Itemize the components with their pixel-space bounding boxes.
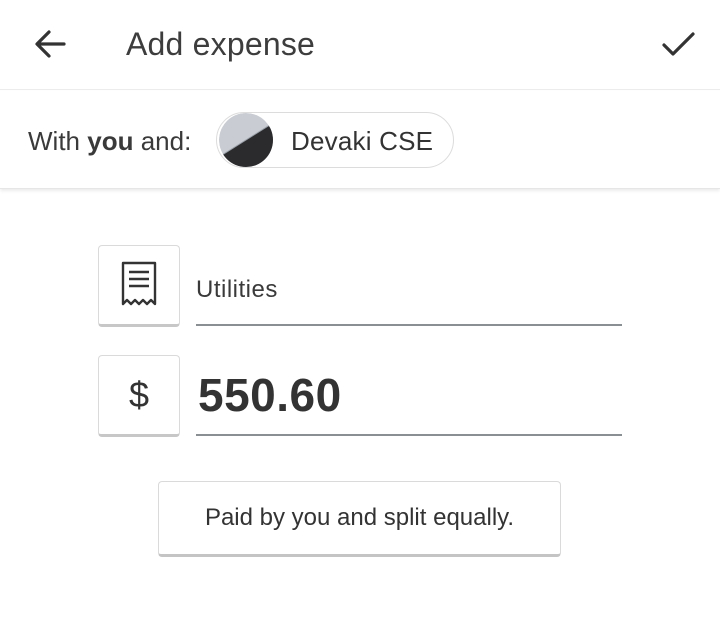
amount-field[interactable]: 550.60 <box>196 360 622 436</box>
with-suffix: and: <box>133 126 192 156</box>
with-you: you <box>87 126 134 156</box>
with-label: With you and: <box>28 123 191 159</box>
receipt-icon <box>121 261 157 306</box>
add-expense-screen: Add expense With you and: Devaki CSE Uti… <box>0 0 720 619</box>
amount-value: 550.60 <box>198 369 342 421</box>
app-bar: Add expense <box>0 0 720 90</box>
with-prefix: With <box>28 126 88 156</box>
participant-chip[interactable]: Devaki CSE <box>216 112 454 168</box>
back-button[interactable] <box>26 22 74 66</box>
arrow-left-icon <box>35 30 66 58</box>
category-button[interactable] <box>98 245 180 327</box>
save-button[interactable] <box>654 22 702 66</box>
participant-name: Devaki CSE <box>291 126 434 156</box>
currency-button[interactable]: $ <box>98 355 180 437</box>
avatar <box>219 113 273 167</box>
description-field[interactable]: Utilities <box>196 268 622 326</box>
participants-bar: With you and: Devaki CSE <box>0 91 720 189</box>
page-title: Add expense <box>126 26 316 62</box>
split-options-button[interactable]: Paid by you and split equally. <box>158 481 561 557</box>
description-value: Utilities <box>196 276 278 303</box>
currency-symbol: $ <box>128 374 150 415</box>
checkmark-icon <box>662 32 695 56</box>
